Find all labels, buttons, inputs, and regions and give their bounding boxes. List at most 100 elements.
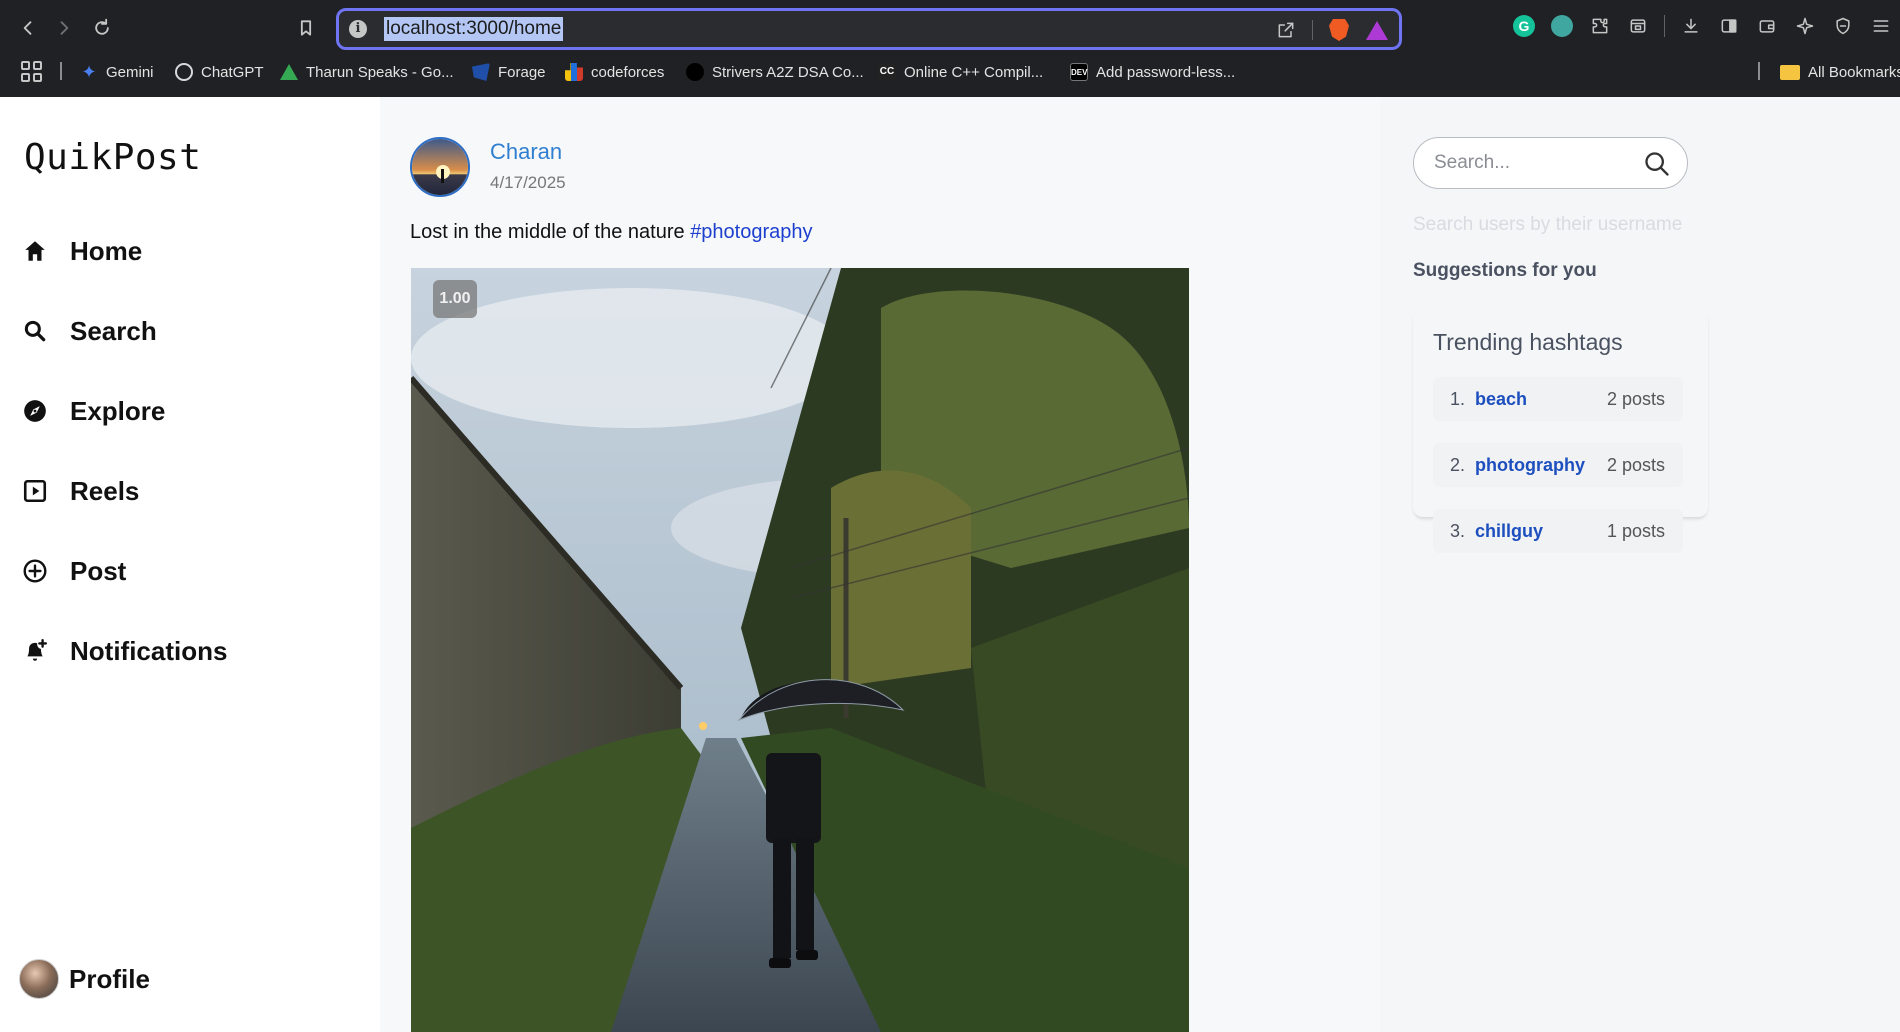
- hashtag-row[interactable]: 1. beach 2 posts: [1433, 377, 1683, 421]
- hashtag-link[interactable]: beach: [1475, 389, 1595, 410]
- nav-label: Search: [70, 315, 157, 346]
- app-logo[interactable]: QuikPost: [24, 137, 201, 178]
- bookmark-dev[interactable]: DEV Add password-less...: [1070, 61, 1235, 83]
- forward-button[interactable]: [48, 12, 80, 44]
- all-bookmarks-button[interactable]: All Bookmarks: [1780, 61, 1900, 83]
- hashtag-rank: 2.: [1449, 454, 1465, 475]
- vpn-shield-icon[interactable]: [1831, 14, 1855, 38]
- browser-chrome: i localhost:3000/home G ✦ Gemini ChatGPT…: [0, 0, 1900, 97]
- site-info-icon[interactable]: i: [349, 20, 367, 38]
- hashtag-post-count: 1 posts: [1607, 520, 1666, 541]
- hashtag-row[interactable]: 3. chillguy 1 posts: [1433, 509, 1683, 553]
- media-icon[interactable]: [1626, 14, 1650, 38]
- post-date: 4/17/2025: [490, 173, 566, 192]
- nav-notifications[interactable]: Notifications: [22, 631, 227, 671]
- hashtag-post-count: 2 posts: [1607, 388, 1666, 409]
- post-author-name[interactable]: Charan: [490, 139, 562, 165]
- search-hint: Search users by their username: [1413, 214, 1683, 235]
- reload-icon: [95, 18, 109, 35]
- bookmark-chatgpt[interactable]: ChatGPT: [175, 61, 264, 83]
- nav-profile[interactable]: Profile: [19, 959, 150, 999]
- nav-explore[interactable]: Explore: [22, 391, 165, 431]
- search-input[interactable]: [1434, 150, 1634, 176]
- nav-label: Notifications: [70, 635, 228, 666]
- app-page: QuikPost Home Search Explore Reels Post …: [0, 97, 1900, 1032]
- code-chef-icon: CC: [878, 63, 896, 81]
- hashtag-row[interactable]: 2. photography 2 posts: [1433, 443, 1683, 487]
- sidebar-toggle-icon[interactable]: [1717, 14, 1741, 38]
- reels-icon: [23, 479, 47, 503]
- striver-icon: [686, 63, 704, 81]
- browser-toolbar: i localhost:3000/home G: [0, 0, 1900, 56]
- trending-heading: Trending hashtags: [1433, 329, 1623, 355]
- search-icon: [24, 320, 46, 342]
- avatar: [19, 959, 59, 999]
- brave-shields-icon[interactable]: [1327, 18, 1351, 42]
- bookmark-gemini[interactable]: ✦ Gemini: [80, 61, 154, 83]
- caption-hashtag[interactable]: #photography: [690, 221, 812, 243]
- apps-grid-icon[interactable]: [20, 60, 44, 84]
- bookmark-label: Online C++ Compil...: [904, 63, 1044, 81]
- address-bar-actions: [1274, 17, 1389, 43]
- clock-extension-icon[interactable]: [1550, 14, 1574, 38]
- bookmark-label: Gemini: [106, 63, 154, 81]
- post-video[interactable]: 1.00: [411, 268, 1189, 1032]
- bookmark-label: Tharun Speaks - Go...: [306, 63, 454, 81]
- post-caption: Lost in the middle of the nature #photog…: [410, 221, 813, 244]
- bookmark-forage[interactable]: Forage: [472, 61, 546, 83]
- bookmark-label: Strivers A2Z DSA Co...: [712, 63, 864, 81]
- post-author-avatar[interactable]: [410, 137, 470, 197]
- dev-icon: DEV: [1070, 63, 1088, 81]
- codeforces-icon: [565, 63, 583, 81]
- bookmark-strivers[interactable]: Strivers A2Z DSA Co...: [686, 61, 864, 83]
- share-icon[interactable]: [1274, 18, 1298, 42]
- hashtag-link[interactable]: chillguy: [1475, 521, 1595, 542]
- back-button[interactable]: [12, 12, 44, 44]
- address-bar[interactable]: i localhost:3000/home: [336, 8, 1402, 50]
- nav-home[interactable]: Home: [22, 231, 142, 271]
- reload-button[interactable]: [86, 12, 118, 44]
- trending-hashtags-card: Trending hashtags 1. beach 2 posts 2. ph…: [1413, 307, 1708, 553]
- bookmark-codeforces[interactable]: codeforces: [565, 61, 664, 83]
- search-icon[interactable]: [1643, 150, 1671, 178]
- bookmark-online-cpp[interactable]: CC Online C++ Compil...: [878, 61, 1043, 83]
- suggestions-heading: Suggestions for you: [1413, 260, 1597, 281]
- divider: [1312, 20, 1313, 40]
- url-text[interactable]: localhost:3000/home: [384, 17, 564, 41]
- nav-post[interactable]: Post: [22, 551, 126, 591]
- hashtag-post-count: 2 posts: [1607, 454, 1666, 475]
- bookmark-tharun-speaks[interactable]: Tharun Speaks - Go...: [280, 61, 454, 83]
- nav-label: Home: [70, 235, 143, 266]
- nav-reels[interactable]: Reels: [22, 471, 139, 511]
- divider: [1758, 62, 1760, 80]
- compass-icon: [24, 400, 46, 422]
- bookmark-label: Add password-less...: [1096, 63, 1236, 81]
- home-icon: [25, 241, 45, 261]
- hashtag-rank: 3.: [1449, 520, 1465, 541]
- right-panel: Search users by their username Suggestio…: [1380, 97, 1900, 1032]
- left-sidebar: QuikPost Home Search Explore Reels Post …: [0, 97, 380, 1032]
- nav-search[interactable]: Search: [22, 311, 157, 351]
- divider: [60, 62, 62, 80]
- forage-icon: [472, 63, 490, 81]
- sparkle-icon[interactable]: [1793, 14, 1817, 38]
- brave-rewards-icon[interactable]: [1365, 18, 1389, 42]
- nav-label: Profile: [69, 963, 150, 994]
- bookmark-page-button[interactable]: [290, 12, 322, 44]
- bookmark-label: codeforces: [591, 63, 665, 81]
- bookmark-label: ChatGPT: [201, 63, 264, 81]
- chevron-right-icon: [60, 21, 69, 35]
- google-drive-icon: [280, 64, 298, 80]
- wallet-icon[interactable]: [1755, 14, 1779, 38]
- playback-speed-badge[interactable]: 1.00: [433, 280, 477, 318]
- menu-icon[interactable]: [1869, 14, 1893, 38]
- hashtag-link[interactable]: photography: [1475, 455, 1595, 476]
- grammarly-icon[interactable]: G: [1512, 14, 1536, 38]
- download-icon[interactable]: [1679, 14, 1703, 38]
- puzzle-icon[interactable]: [1588, 14, 1612, 38]
- user-search-box[interactable]: [1413, 137, 1688, 189]
- post-media: [411, 268, 1189, 1032]
- nav-label: Post: [70, 555, 127, 586]
- nav-label: Explore: [70, 395, 166, 426]
- feed: Charan 4/17/2025 Lost in the middle of t…: [380, 97, 1380, 1032]
